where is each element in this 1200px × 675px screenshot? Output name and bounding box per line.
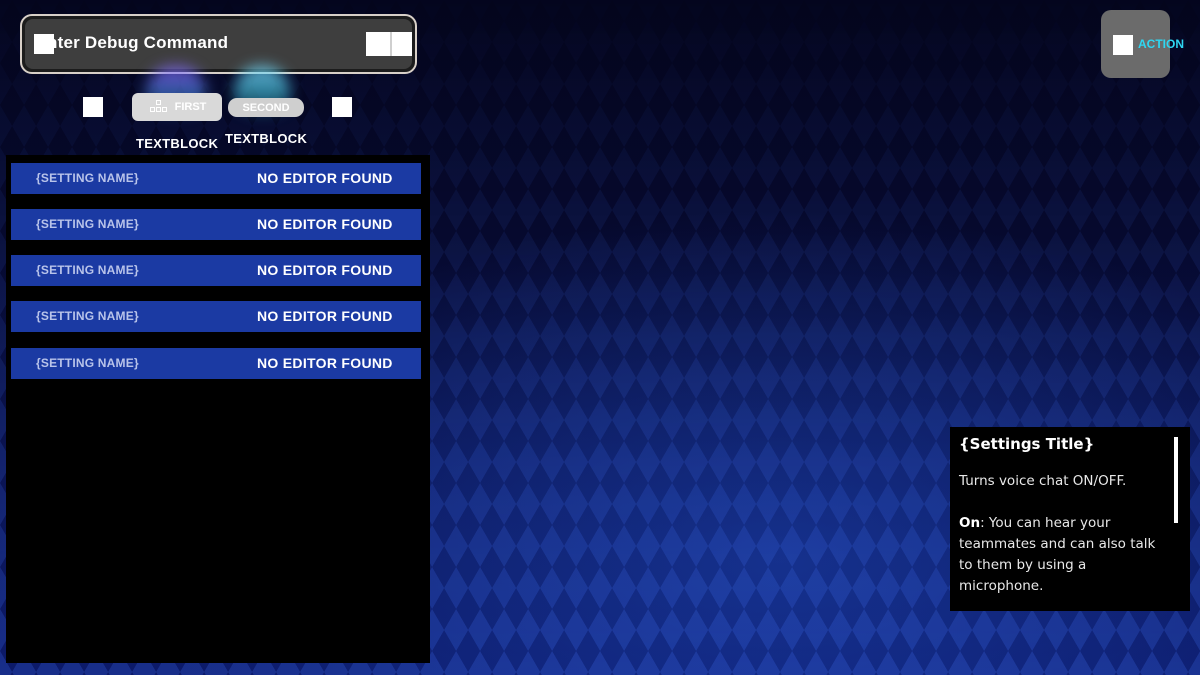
action-button[interactable]: ACTION bbox=[1101, 10, 1184, 78]
setting-name: {SETTING NAME} bbox=[36, 309, 139, 323]
debug-command-input[interactable]: nter Debug Command bbox=[25, 19, 412, 69]
tab-first-textblock: TEXTBLOCK bbox=[136, 136, 219, 151]
tab-prev-icon[interactable] bbox=[83, 97, 103, 117]
setting-name: {SETTING NAME} bbox=[36, 171, 139, 185]
description-on-detail: On: You can hear your teammates and can … bbox=[959, 513, 1160, 597]
setting-name: {SETTING NAME} bbox=[36, 356, 139, 370]
setting-row[interactable]: {SETTING NAME} NO EDITOR FOUND bbox=[11, 301, 421, 332]
grid-icon bbox=[148, 100, 170, 114]
debug-command-bar[interactable]: nter Debug Command bbox=[20, 14, 417, 74]
setting-row[interactable]: {SETTING NAME} NO EDITOR FOUND bbox=[11, 348, 421, 379]
setting-description-panel: {Settings Title} Turns voice chat ON/OFF… bbox=[950, 427, 1190, 611]
setting-row[interactable]: {SETTING NAME} NO EDITOR FOUND bbox=[11, 255, 421, 286]
setting-editor-status: NO EDITOR FOUND bbox=[257, 262, 393, 278]
setting-name: {SETTING NAME} bbox=[36, 263, 139, 277]
setting-editor-status: NO EDITOR FOUND bbox=[257, 170, 393, 186]
setting-editor-status: NO EDITOR FOUND bbox=[257, 216, 393, 232]
description-summary: Turns voice chat ON/OFF. bbox=[959, 473, 1127, 489]
tab-next-icon[interactable] bbox=[332, 97, 352, 117]
description-on-text: : You can hear your teammates and can al… bbox=[959, 515, 1156, 594]
setting-editor-status: NO EDITOR FOUND bbox=[257, 308, 393, 324]
settings-list-panel: {SETTING NAME} NO EDITOR FOUND {SETTING … bbox=[6, 155, 430, 663]
setting-name: {SETTING NAME} bbox=[36, 217, 139, 231]
setting-row[interactable]: {SETTING NAME} NO EDITOR FOUND bbox=[11, 209, 421, 240]
tab-second-textblock: TEXTBLOCK bbox=[225, 131, 308, 146]
description-on-label: On bbox=[959, 515, 981, 531]
description-scrollbar[interactable] bbox=[1174, 437, 1178, 523]
tab-second-label: SECOND bbox=[242, 101, 290, 114]
setting-editor-status: NO EDITOR FOUND bbox=[257, 355, 393, 371]
action-key-icon bbox=[1113, 35, 1133, 55]
tab-first-label: FIRST bbox=[174, 101, 207, 113]
debug-submit-icon[interactable] bbox=[366, 32, 412, 56]
debug-command-text: nter Debug Command bbox=[47, 33, 229, 52]
description-title: {Settings Title} bbox=[959, 435, 1095, 453]
tab-first[interactable]: FIRST bbox=[132, 93, 222, 121]
action-label: ACTION bbox=[1138, 37, 1184, 51]
tab-second[interactable]: SECOND bbox=[228, 98, 304, 117]
setting-row[interactable]: {SETTING NAME} NO EDITOR FOUND bbox=[11, 163, 421, 194]
